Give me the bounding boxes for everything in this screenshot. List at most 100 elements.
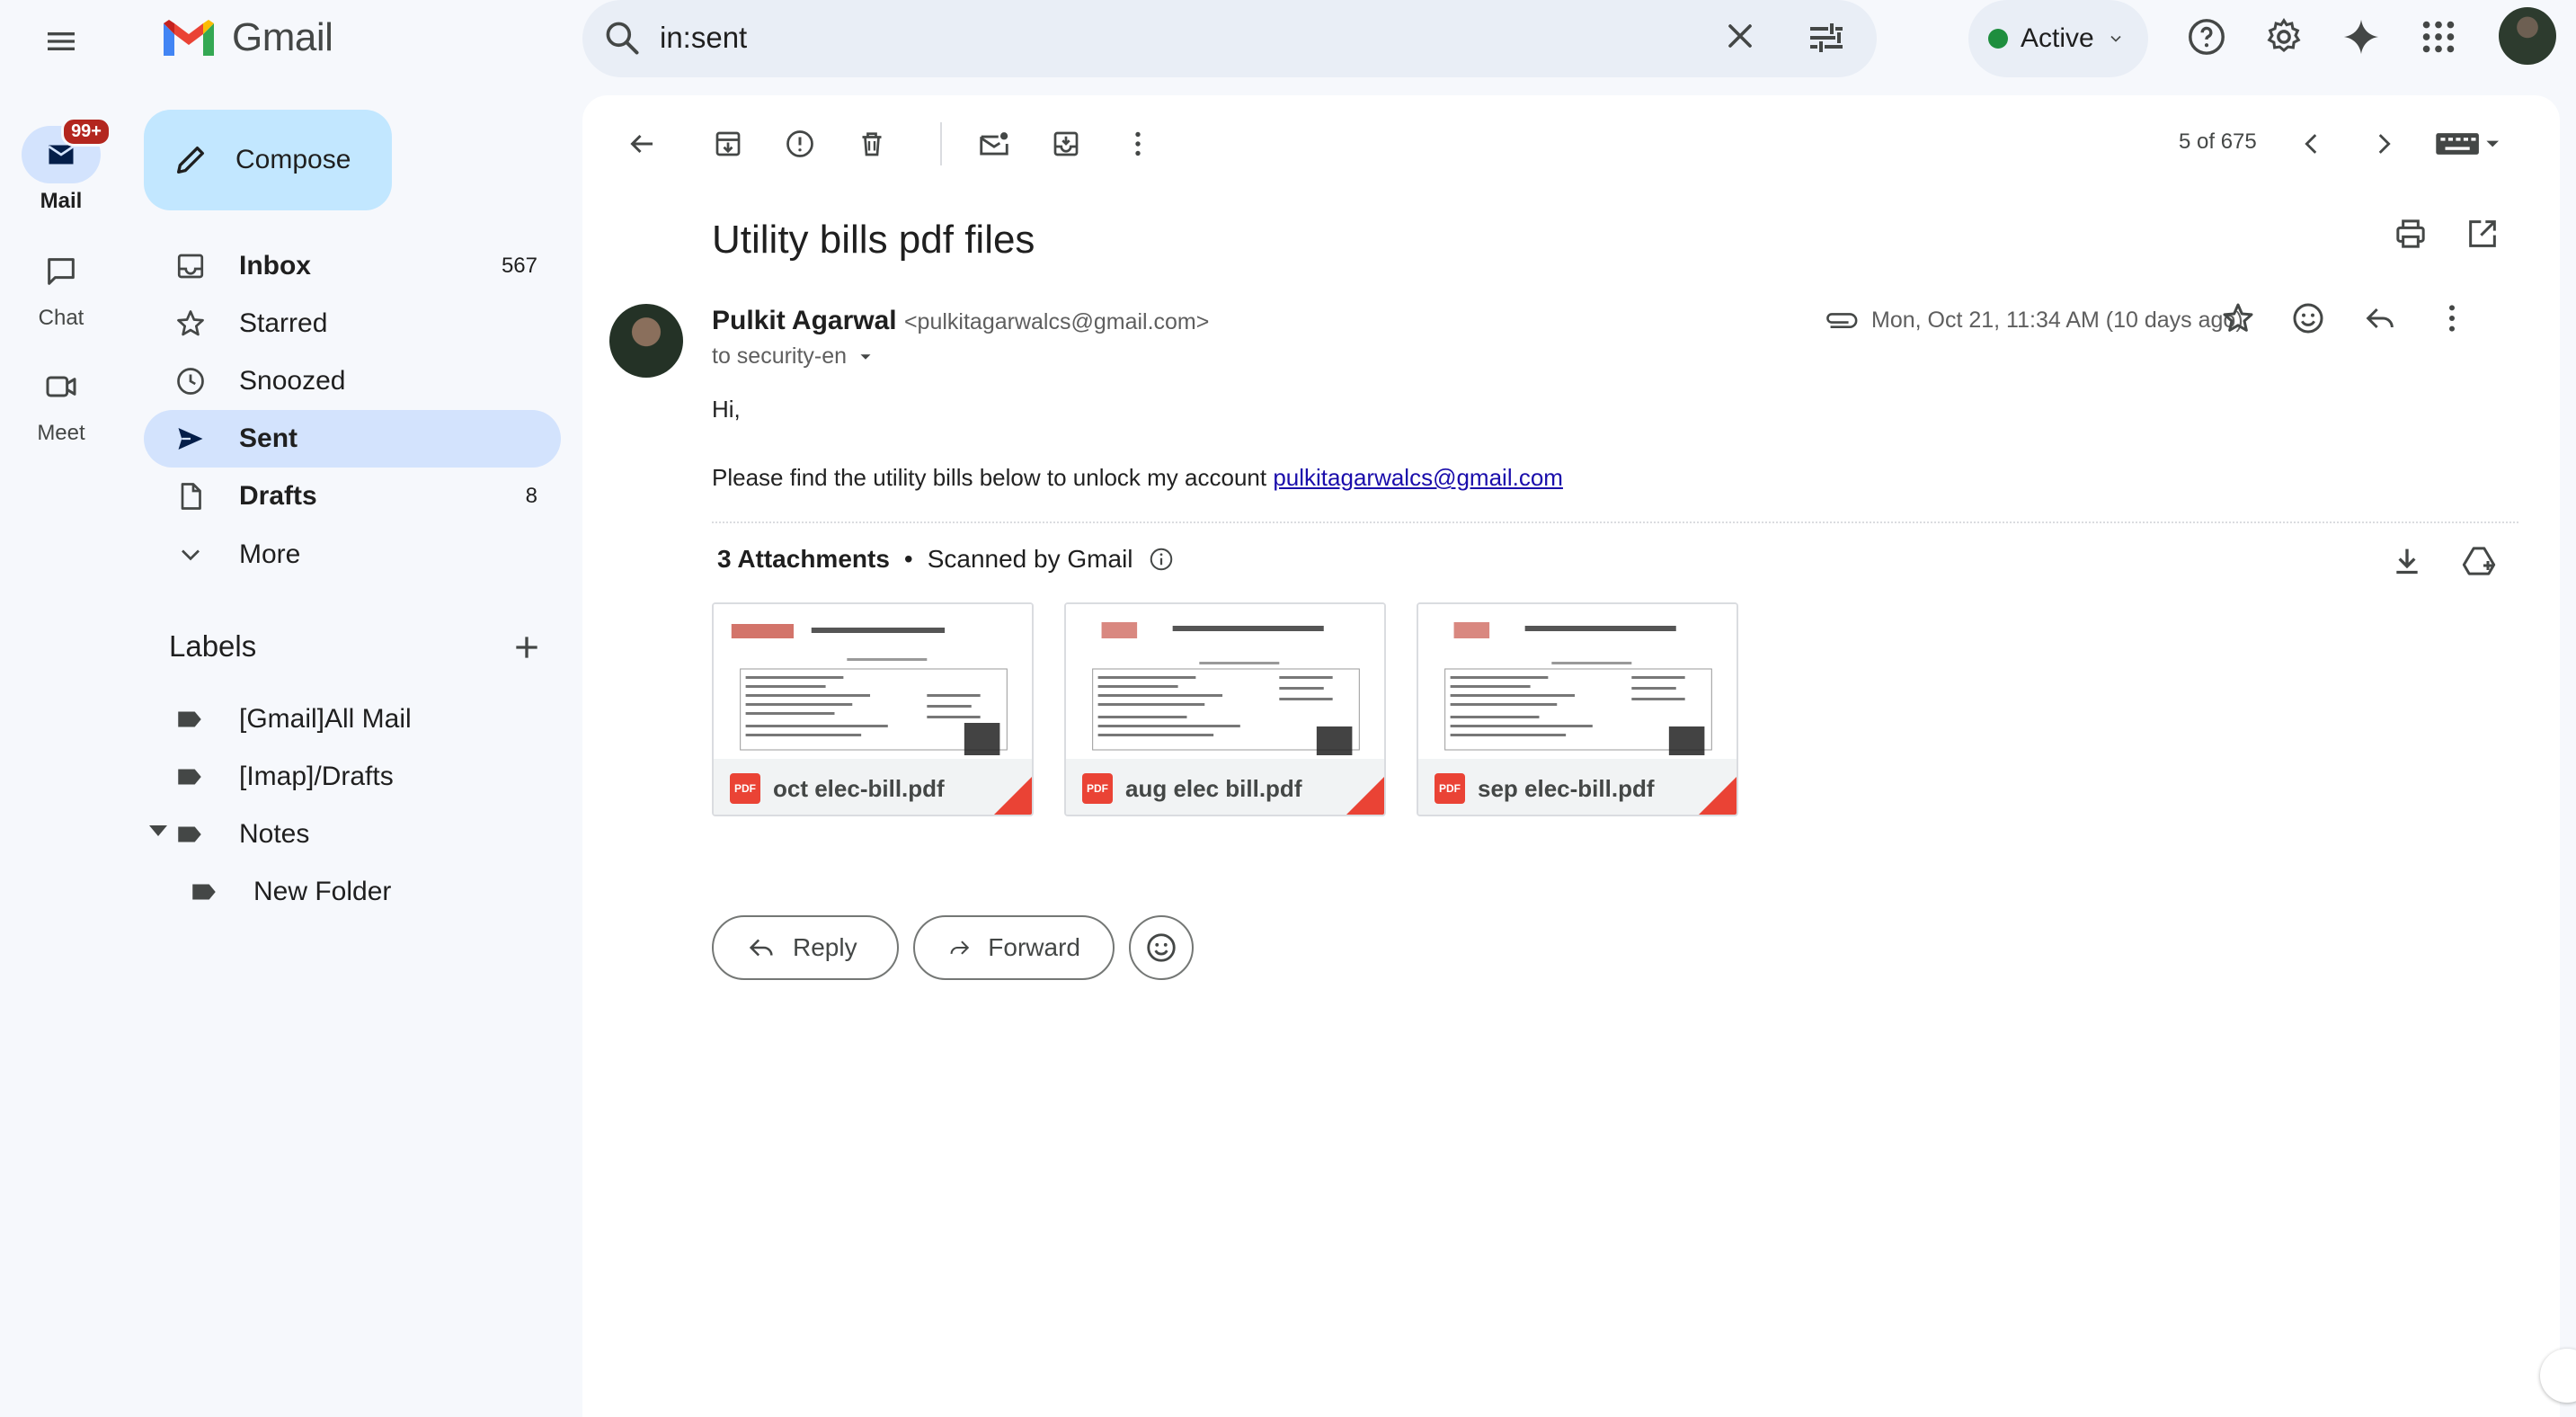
video-camera-icon — [46, 376, 76, 397]
settings-gear-icon[interactable] — [2263, 16, 2305, 58]
account-avatar[interactable] — [2499, 7, 2556, 65]
gmail-logo[interactable]: Gmail — [160, 15, 333, 59]
search-input[interactable] — [660, 16, 1559, 59]
attachment-card[interactable]: PDF aug elec bill.pdf — [1064, 602, 1386, 816]
sidebar-item-label: Snoozed — [239, 366, 346, 396]
more-vert-icon[interactable] — [2434, 300, 2470, 336]
pagination-text: 5 of 675 — [2179, 129, 2257, 154]
attachment-paperclip-icon — [1823, 307, 1859, 336]
rail-meet-label: Meet — [37, 421, 85, 445]
separator-dot: • — [903, 545, 913, 573]
emoji-icon — [1147, 933, 1176, 962]
label-item-label: New Folder — [253, 877, 392, 906]
attachment-card[interactable]: PDF oct elec-bill.pdf — [712, 602, 1034, 816]
label-tag-icon — [192, 884, 216, 900]
label-item-new-folder[interactable]: New Folder — [144, 863, 391, 921]
star-icon[interactable] — [2220, 300, 2256, 336]
rail-chat[interactable]: Chat — [0, 243, 122, 331]
hamburger-icon — [48, 32, 75, 50]
pdf-corner-fold-icon — [1346, 777, 1384, 815]
reply-label: Reply — [793, 933, 857, 961]
print-icon[interactable] — [2393, 216, 2429, 252]
sidebar-item-starred[interactable]: Starred — [144, 295, 561, 352]
move-to-icon[interactable] — [1041, 119, 1091, 169]
google-apps-icon[interactable] — [2418, 16, 2459, 58]
reply-button[interactable]: Reply — [712, 915, 899, 980]
email-body: Please find the utility bills below to u… — [712, 464, 1563, 492]
forward-button[interactable]: Forward — [913, 915, 1115, 980]
sidebar-item-label: More — [239, 539, 301, 569]
email-subject: Utility bills pdf files — [712, 218, 1035, 262]
status-dot — [1988, 29, 2008, 49]
recipient-details-dropdown-icon[interactable] — [856, 347, 875, 367]
label-item-all-mail[interactable]: [Gmail]All Mail — [144, 691, 412, 748]
chat-icon — [48, 258, 75, 285]
search-icon[interactable] — [602, 18, 642, 58]
sidebar-item-inbox[interactable]: Inbox 567 — [144, 237, 561, 295]
compose-label: Compose — [235, 145, 351, 174]
download-all-icon[interactable] — [2389, 543, 2425, 579]
compose-button[interactable]: Compose — [144, 110, 392, 210]
trash-icon[interactable] — [847, 119, 897, 169]
add-label-icon[interactable] — [509, 629, 545, 665]
info-icon[interactable] — [1148, 546, 1175, 573]
sender-name[interactable]: Pulkit Agarwal — [712, 306, 897, 335]
gemini-sparkle-icon[interactable] — [2341, 16, 2382, 58]
open-in-new-window-icon[interactable] — [2465, 216, 2500, 252]
back-arrow-icon[interactable] — [617, 119, 667, 169]
report-spam-icon[interactable] — [775, 119, 825, 169]
pdf-corner-fold-icon — [994, 777, 1032, 815]
clear-search-icon[interactable] — [1720, 16, 1760, 56]
sidebar-item-label: Sent — [239, 423, 298, 453]
rail-mail[interactable]: 99+ Mail — [0, 117, 122, 214]
sidebar-item-snoozed[interactable]: Snoozed — [144, 352, 561, 410]
pdf-file-icon: PDF — [1435, 773, 1465, 804]
email-greeting: Hi, — [712, 396, 741, 423]
sender-email: <pulkitagarwalcs@gmail.com> — [903, 309, 1210, 334]
sidebar-item-sent[interactable]: Sent — [144, 410, 561, 468]
archive-icon[interactable] — [703, 119, 753, 169]
gmail-wordmark: Gmail — [232, 15, 333, 59]
scanned-by-gmail-text: Scanned by Gmail — [927, 545, 1133, 573]
label-tag-icon — [178, 711, 201, 727]
label-tag-icon — [178, 769, 201, 785]
message-panel: 5 of 675 Utility bills pdf files Pulkit … — [582, 95, 2560, 1417]
attachment-footer: PDF sep elec-bill.pdf — [1418, 759, 1737, 815]
label-item-notes[interactable]: Notes — [144, 806, 309, 863]
input-tools-keyboard-icon[interactable] — [2429, 119, 2508, 169]
label-item-label: [Imap]/Drafts — [239, 762, 394, 791]
help-icon[interactable] — [2186, 16, 2227, 58]
label-item-imap-drafts[interactable]: [Imap]/Drafts — [144, 748, 394, 806]
sidebar-item-more[interactable]: More — [144, 526, 561, 584]
forward-label: Forward — [988, 933, 1080, 961]
gmail-m-icon — [164, 20, 214, 56]
send-icon — [178, 428, 203, 450]
sidebar-item-label: Starred — [239, 308, 328, 338]
reply-arrow-icon — [749, 939, 773, 957]
recipient-line[interactable]: to security-en — [712, 343, 875, 370]
sidebar-item-drafts[interactable]: Drafts 8 — [144, 468, 561, 525]
main-menu-button[interactable] — [36, 16, 86, 67]
search-options-icon[interactable] — [1805, 16, 1848, 59]
rail-meet-icon-wrap — [22, 358, 101, 415]
sidebar-item-count: 8 — [525, 484, 537, 508]
rail-meet[interactable]: Meet — [0, 358, 122, 446]
sender-line: Pulkit Agarwal <pulkitagarwalcs@gmail.co… — [712, 306, 1209, 336]
attachment-card[interactable]: PDF sep elec-bill.pdf — [1417, 602, 1738, 816]
older-chevron-icon[interactable] — [2287, 119, 2337, 169]
inbox-icon — [177, 254, 204, 279]
more-vert-icon[interactable] — [1113, 119, 1163, 169]
email-link[interactable]: pulkitagarwalcs@gmail.com — [1273, 464, 1563, 491]
pdf-thumbnail — [1066, 604, 1384, 759]
add-reaction-emoji-icon[interactable] — [2290, 300, 2326, 336]
add-reaction-button[interactable] — [1129, 915, 1194, 980]
attachment-filename: sep elec-bill.pdf — [1478, 774, 1655, 802]
mark-unread-icon[interactable] — [969, 119, 1019, 169]
attachments-count: 3 Attachments — [717, 545, 890, 573]
reply-arrow-icon[interactable] — [2362, 300, 2398, 336]
sender-avatar[interactable] — [609, 304, 683, 378]
status-selector[interactable]: Active — [1968, 0, 2148, 77]
newer-chevron-icon[interactable] — [2358, 119, 2409, 169]
add-to-drive-icon[interactable] — [2461, 543, 2497, 579]
clock-icon — [177, 368, 204, 395]
